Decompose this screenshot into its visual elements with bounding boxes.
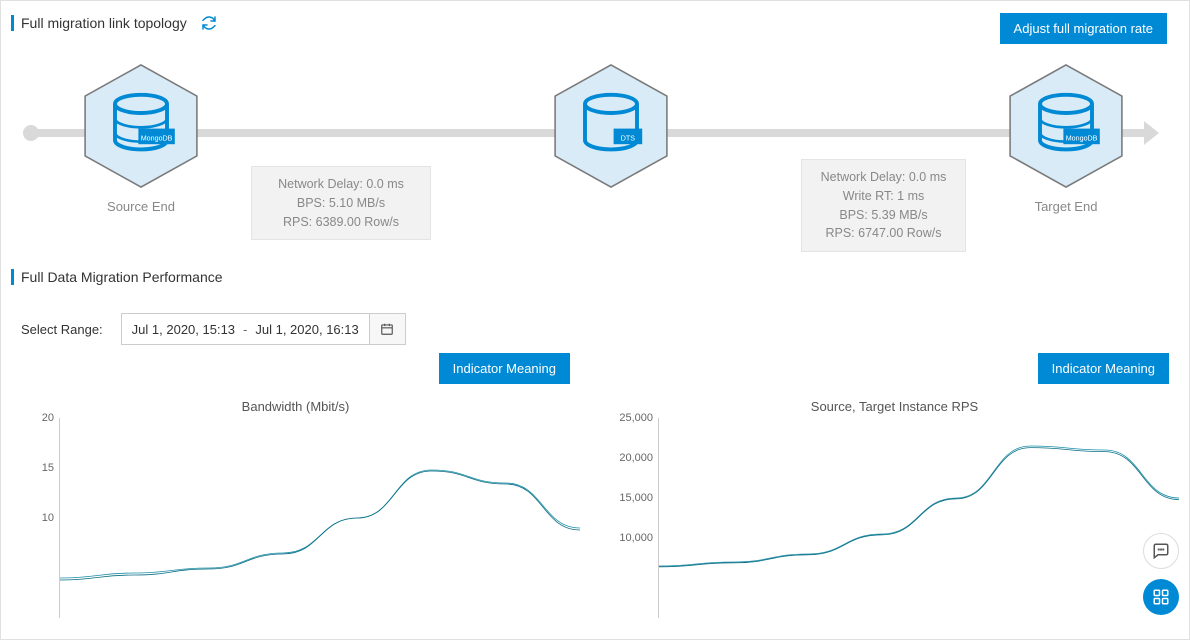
topology-title: Full migration link topology [21,15,187,31]
y-tick: 15,000 [615,492,653,504]
chat-icon[interactable] [1143,533,1179,569]
link2-write-rt: Write RT: 1 ms [816,187,951,206]
link1-bps: BPS: 5.10 MB/s [266,194,416,213]
rps-chart: Indicator Meaning Source, Target Instanc… [610,353,1179,618]
section-accent-bar [11,15,14,31]
apps-icon[interactable] [1143,579,1179,615]
y-tick: 15 [16,462,54,474]
rps-chart-area: 10,00015,00020,00025,000 [658,418,1179,618]
calendar-icon[interactable] [369,314,405,344]
range-label: Select Range: [21,322,103,337]
range-end: Jul 1, 2020, 16:13 [255,322,358,337]
y-tick: 20 [16,412,54,424]
link1-delay: Network Delay: 0.0 ms [266,175,416,194]
y-tick: 25,000 [615,412,653,424]
rps-chart-title: Source, Target Instance RPS [610,399,1179,414]
range-start: Jul 1, 2020, 15:13 [132,322,235,337]
link2-delay: Network Delay: 0.0 ms [816,168,951,187]
y-tick: 10 [16,512,54,524]
y-tick: 20,000 [615,452,653,464]
topology-diagram: MongoDB Source End DTS [11,51,1179,251]
link2-bps: BPS: 5.39 MB/s [816,206,951,225]
adjust-migration-rate-button[interactable]: Adjust full migration rate [1000,13,1167,44]
bandwidth-chart-area: 101520 [59,418,580,618]
indicator-meaning-button[interactable]: Indicator Meaning [439,353,570,384]
y-tick: 10,000 [615,532,653,544]
refresh-icon[interactable] [201,15,217,31]
date-range-picker[interactable]: Jul 1, 2020, 15:13 - Jul 1, 2020, 16:13 [121,313,406,345]
link1-info: Network Delay: 0.0 ms BPS: 5.10 MB/s RPS… [251,166,431,240]
source-badge-label: MongoDB [141,134,173,142]
range-separator: - [243,322,247,337]
target-node: MongoDB Target End [976,61,1156,214]
target-hex-icon: MongoDB [1001,61,1131,191]
link2-info: Network Delay: 0.0 ms Write RT: 1 ms BPS… [801,159,966,252]
source-hex-icon: MongoDB [76,61,206,191]
indicator-meaning-button[interactable]: Indicator Meaning [1038,353,1169,384]
bandwidth-chart-title: Bandwidth (Mbit/s) [11,399,580,414]
dts-badge-label: DTS [621,134,635,142]
link2-rps: RPS: 6747.00 Row/s [816,224,951,243]
source-node: MongoDB Source End [51,61,231,214]
source-label: Source End [51,199,231,214]
dts-hex-icon: DTS [546,61,676,191]
bandwidth-chart: Indicator Meaning Bandwidth (Mbit/s) 101… [11,353,580,618]
target-label: Target End [976,199,1156,214]
target-badge-label: MongoDB [1066,134,1098,142]
link1-rps: RPS: 6389.00 Row/s [266,213,416,232]
performance-title: Full Data Migration Performance [21,269,223,285]
dts-node: DTS [521,61,701,191]
section-accent-bar [11,269,14,285]
